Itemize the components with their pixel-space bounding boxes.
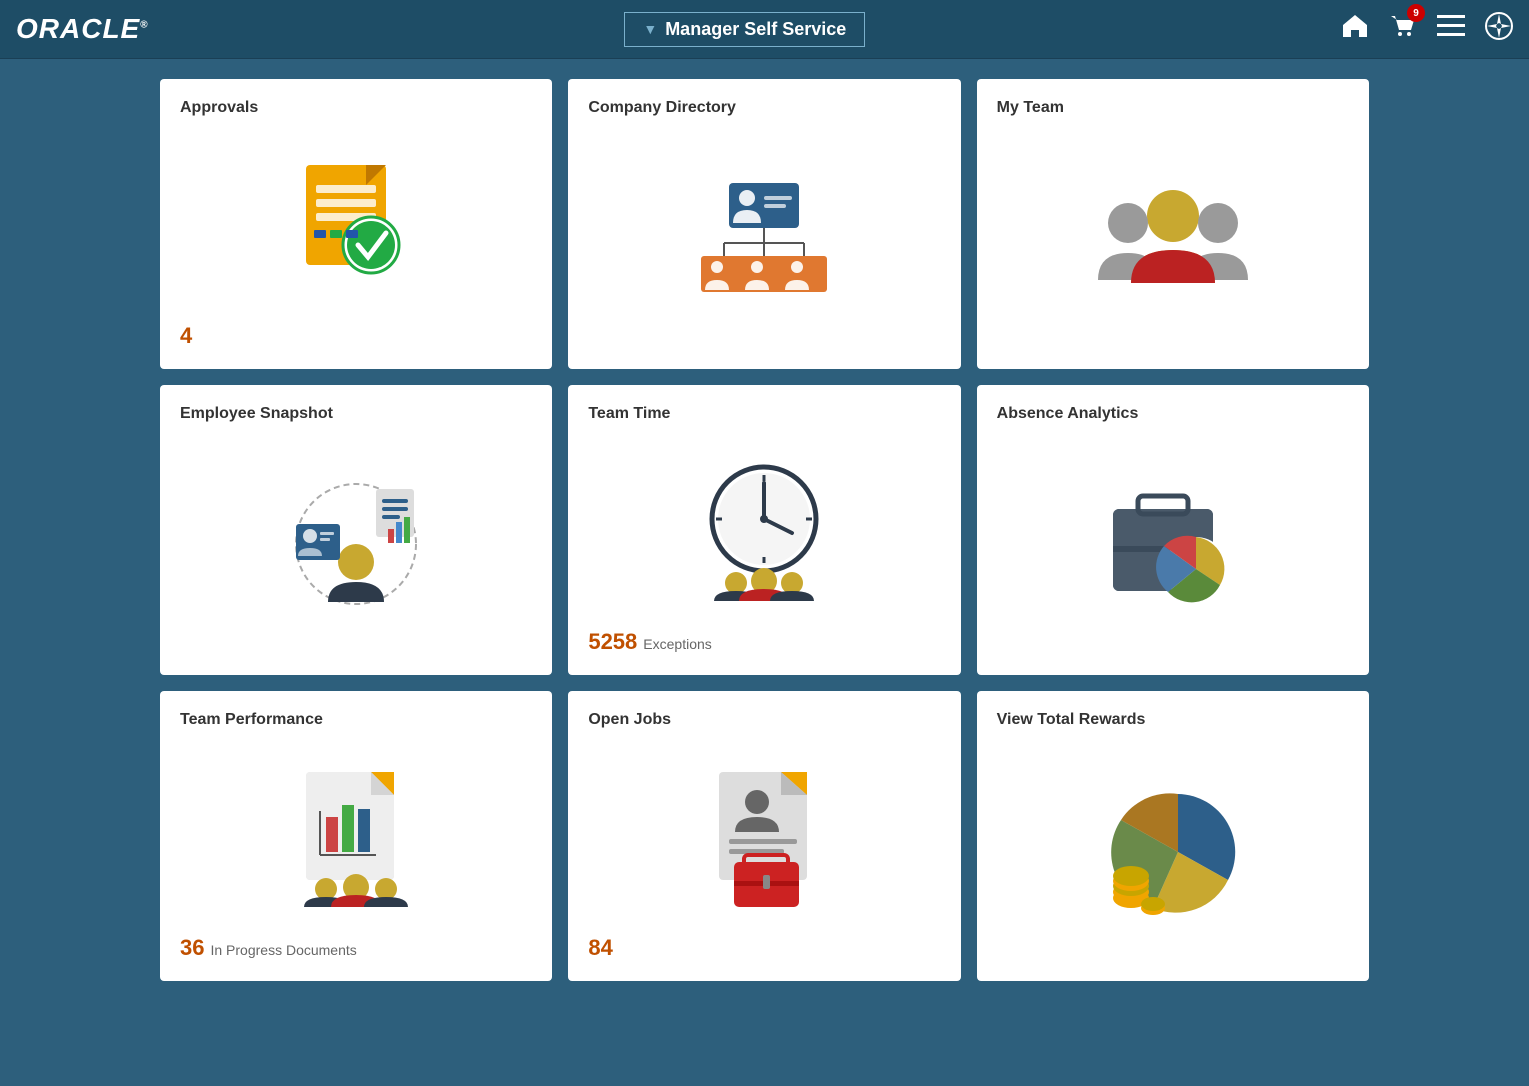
- dropdown-arrow-icon: ▼: [643, 21, 657, 37]
- team-performance-count: 36: [180, 935, 204, 961]
- approvals-count: 4: [180, 323, 192, 349]
- team-time-label: Exceptions: [643, 636, 711, 652]
- tile-approvals-body: [180, 127, 532, 323]
- tile-my-team-body: [997, 127, 1349, 349]
- tile-employee-snapshot-body: [180, 433, 532, 655]
- compass-button[interactable]: [1485, 12, 1513, 46]
- tile-company-directory-title: Company Directory: [588, 99, 940, 117]
- tile-my-team[interactable]: My Team: [977, 79, 1369, 369]
- cart-count: 9: [1407, 4, 1425, 22]
- view-total-rewards-icon: [1093, 780, 1253, 920]
- tile-employee-snapshot[interactable]: Employee Snapshot: [160, 385, 552, 675]
- header-actions: 9: [1341, 12, 1513, 46]
- tile-team-performance-footer: 36 In Progress Documents: [180, 934, 532, 961]
- app-header: ORACLE® ▼ Manager Self Service 9: [0, 0, 1529, 59]
- tile-view-total-rewards-body: [997, 739, 1349, 961]
- tile-absence-analytics[interactable]: Absence Analytics: [977, 385, 1369, 675]
- tile-employee-snapshot-title: Employee Snapshot: [180, 405, 532, 423]
- tile-team-performance-body: [180, 739, 532, 934]
- tile-company-directory[interactable]: Company Directory: [568, 79, 960, 369]
- absence-analytics-icon: [1098, 474, 1248, 614]
- tile-open-jobs-title: Open Jobs: [588, 711, 940, 729]
- tile-team-performance[interactable]: Team Performance: [160, 691, 552, 981]
- team-time-icon: [684, 461, 844, 601]
- tile-view-total-rewards-title: View Total Rewards: [997, 711, 1349, 729]
- tile-open-jobs-footer: 84: [588, 935, 940, 961]
- dashboard-grid: Approvals 4: [0, 59, 1529, 1001]
- tile-team-time-body: [588, 433, 940, 628]
- oracle-logo: ORACLE®: [16, 13, 149, 45]
- tile-company-directory-body: [588, 127, 940, 349]
- tile-absence-analytics-body: [997, 433, 1349, 655]
- team-time-count: 5258: [588, 629, 637, 655]
- tile-absence-analytics-title: Absence Analytics: [997, 405, 1349, 423]
- home-button[interactable]: [1341, 12, 1369, 46]
- company-directory-icon: [689, 168, 839, 308]
- team-performance-icon: [276, 767, 436, 907]
- team-performance-label: In Progress Documents: [210, 942, 356, 958]
- tile-team-performance-title: Team Performance: [180, 711, 532, 729]
- tile-team-time-title: Team Time: [588, 405, 940, 423]
- tile-open-jobs[interactable]: Open Jobs 84: [568, 691, 960, 981]
- app-title: Manager Self Service: [665, 19, 846, 40]
- tile-my-team-title: My Team: [997, 99, 1349, 117]
- app-selector[interactable]: ▼ Manager Self Service: [624, 12, 865, 47]
- menu-button[interactable]: [1437, 15, 1465, 43]
- tile-approvals-title: Approvals: [180, 99, 532, 117]
- tile-open-jobs-body: [588, 739, 940, 935]
- my-team-icon: [1093, 168, 1253, 308]
- employee-snapshot-icon: [276, 474, 436, 614]
- tile-team-time[interactable]: Team Time: [568, 385, 960, 675]
- tile-view-total-rewards[interactable]: View Total Rewards: [977, 691, 1369, 981]
- logo-area: ORACLE®: [16, 13, 149, 45]
- tile-team-time-footer: 5258 Exceptions: [588, 628, 940, 655]
- cart-button[interactable]: 9: [1389, 12, 1417, 46]
- open-jobs-count: 84: [588, 935, 612, 961]
- open-jobs-icon: [689, 767, 839, 907]
- approvals-icon: [286, 155, 426, 295]
- tile-approvals-footer: 4: [180, 323, 532, 349]
- tile-approvals[interactable]: Approvals 4: [160, 79, 552, 369]
